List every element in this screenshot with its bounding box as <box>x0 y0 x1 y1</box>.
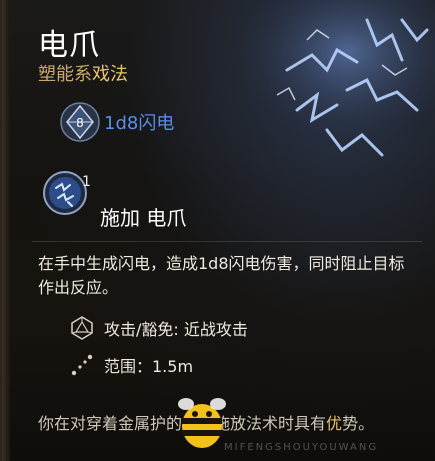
property-text: 范围：1.5m <box>104 357 194 376</box>
action-count: 1 <box>82 174 91 190</box>
tooltip-frame-edge <box>2 0 10 461</box>
range-dotted-line-icon <box>71 354 93 376</box>
spell-tooltip: 电爪 塑能系戏法 8 1d8闪电 1 施加 电爪 在手中生成闪电，造成1d8闪电… <box>0 0 435 461</box>
spell-description: 在手中生成闪电，造成1d8闪电伤害，同时阻止目标作出反应。 <box>38 254 405 297</box>
watermark-text: MIFENGSHOUYOUWANG <box>224 442 379 453</box>
spell-art-lightning-hand <box>217 0 435 170</box>
property-text: 攻击/豁免: 近战攻击 <box>104 320 248 339</box>
d8-dice-icon: 8 <box>60 102 100 142</box>
dice-face-number: 8 <box>76 116 84 130</box>
footer-text: 你在对穿着金属护 <box>38 414 167 433</box>
d20-dice-icon <box>71 316 93 340</box>
damage-label: 1d8闪电 <box>104 113 175 134</box>
property-attack-save: 攻击/豁免: 近战攻击 <box>70 316 248 340</box>
spell-school-line: 塑能系戏法 <box>38 60 128 86</box>
action-row[interactable]: 1 施加 电爪 <box>42 170 402 230</box>
spell-school: 塑能系 <box>38 64 92 85</box>
property-range: 范围：1.5m <box>70 353 193 377</box>
damage-dice-row: 8 1d8闪电 <box>60 100 174 144</box>
divider <box>32 241 422 242</box>
spell-category: 戏法 <box>92 64 128 85</box>
spell-name: 电爪 <box>38 28 100 63</box>
action-label: 施加 电爪 <box>100 206 187 230</box>
